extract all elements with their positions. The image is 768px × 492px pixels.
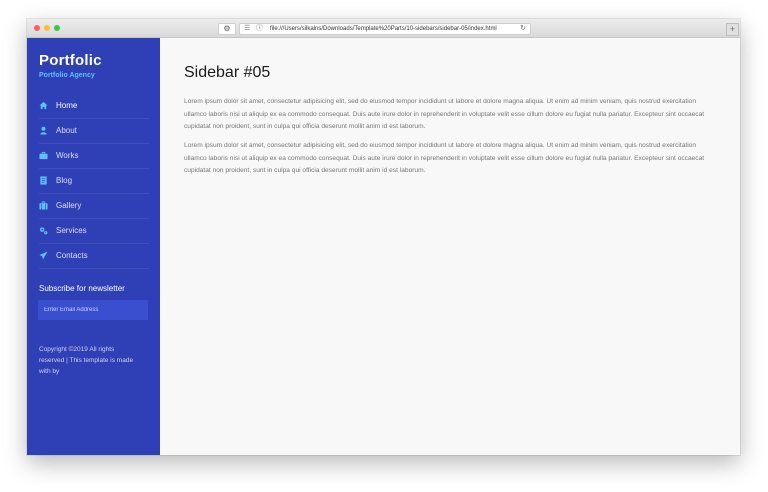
cogs-icon <box>39 227 48 235</box>
sidebar-item-contacts[interactable]: Contacts <box>39 244 149 269</box>
sidebar-item-label: Contacts <box>56 251 88 260</box>
maximize-window-button[interactable] <box>54 25 60 31</box>
sidebar-item-label: Blog <box>56 176 73 185</box>
sidebar-item-works[interactable]: Works <box>39 144 149 169</box>
sidebar-item-label: About <box>56 126 77 135</box>
sidebar-item-label: Services <box>56 226 87 235</box>
sidebar-item-gallery[interactable]: Gallery <box>39 194 149 219</box>
minimize-window-button[interactable] <box>44 25 50 31</box>
email-field[interactable] <box>38 300 148 320</box>
sidebar-item-about[interactable]: About <box>39 119 149 144</box>
brand-logo[interactable]: Portfolic <box>39 52 102 69</box>
file-icon <box>40 176 47 185</box>
settings-icon[interactable]: ⚙ <box>218 23 236 35</box>
newsletter-title: Subscribe for newsletter <box>39 284 125 293</box>
content-paragraph: Lorem ipsum dolor sit amet, consectetur … <box>184 98 705 130</box>
home-icon <box>39 101 48 110</box>
browser-window: ⚙ ☰ ⓘ file:///Users/silkalns/Downloads/T… <box>27 19 740 455</box>
paper-plane-icon <box>39 251 48 260</box>
address-bar[interactable]: ☰ ⓘ file:///Users/silkalns/Downloads/Tem… <box>239 23 531 35</box>
sidebar-item-home[interactable]: Home <box>39 94 149 119</box>
brand-tagline: Portfolio Agency <box>39 72 95 79</box>
user-icon <box>40 126 47 135</box>
url-text[interactable]: file:///Users/silkalns/Downloads/Templat… <box>270 24 500 34</box>
browser-titlebar: ⚙ ☰ ⓘ file:///Users/silkalns/Downloads/T… <box>27 19 740 38</box>
close-window-button[interactable] <box>34 25 40 31</box>
reload-icon[interactable]: ↻ <box>520 24 526 34</box>
content-paragraph: Lorem ipsum dolor sit amet, consectetur … <box>184 142 705 174</box>
sidebar-item-label: Works <box>56 151 79 160</box>
page-title: Sidebar #05 <box>184 64 271 81</box>
sidebar-item-blog[interactable]: Blog <box>39 169 149 194</box>
sidebar-item-label: Home <box>56 101 78 110</box>
suitcase-icon <box>39 201 48 210</box>
reader-icon[interactable]: ☰ <box>244 24 250 34</box>
copyright-text: Copyright ©2019 All rights reserved | Th… <box>39 346 134 375</box>
sidebar-nav: Home About Works Blog Gallery Services C… <box>39 94 149 269</box>
sidebar: Portfolic Portfolio Agency Home About Wo… <box>27 38 160 455</box>
new-tab-button[interactable]: + <box>726 23 739 36</box>
sidebar-item-services[interactable]: Services <box>39 219 149 244</box>
main-content: Sidebar #05 Lorem ipsum dolor sit amet, … <box>160 38 740 455</box>
sidebar-item-label: Gallery <box>56 201 82 210</box>
briefcase-icon <box>39 151 48 160</box>
info-icon: ⓘ <box>256 25 263 32</box>
